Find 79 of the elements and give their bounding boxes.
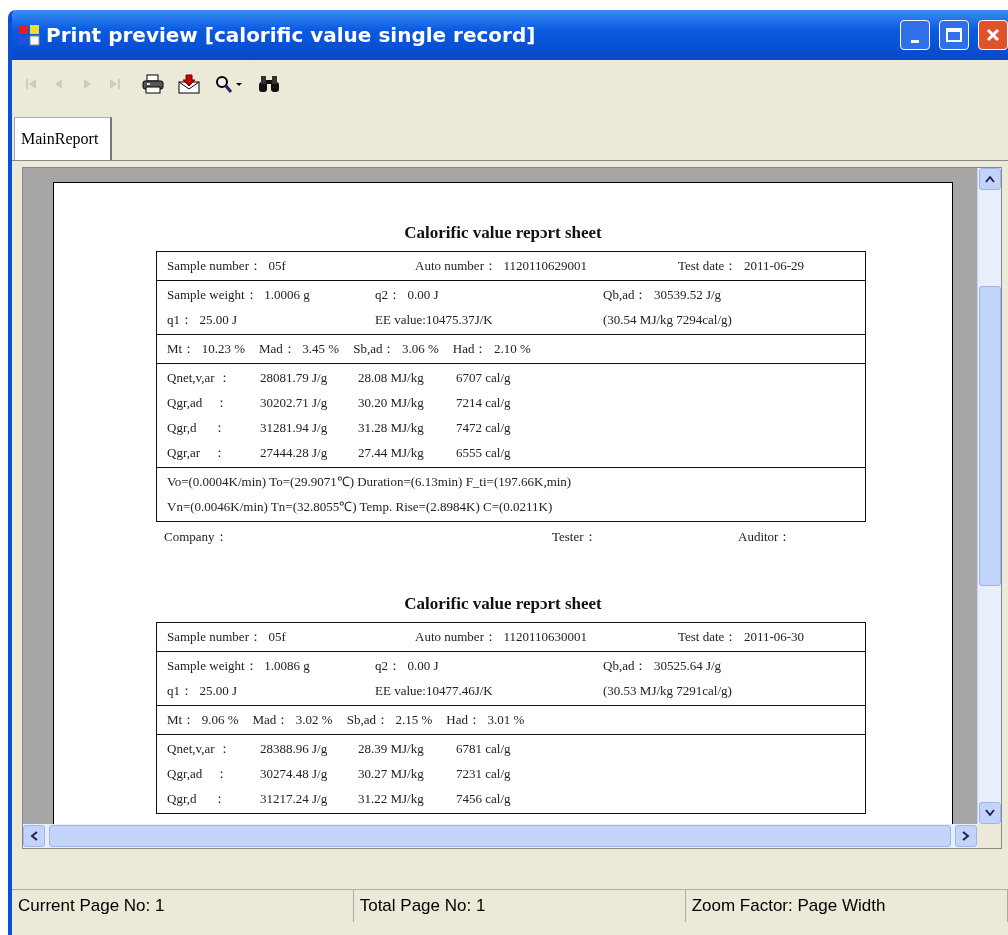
field-text: (30.53 MJ/kg 7291cal/g) — [603, 683, 733, 699]
close-icon — [986, 28, 1000, 42]
minimize-button[interactable] — [900, 20, 930, 50]
field-label: Qgr,d ： — [167, 420, 227, 436]
close-button[interactable] — [978, 20, 1008, 50]
field-value: 31.22 MJ/kg — [358, 791, 425, 807]
field-value: 6555 cal/g — [456, 445, 512, 461]
field-value: 7472 cal/g — [456, 420, 512, 436]
field-text: Sb,ad： 2.15 % — [346, 712, 433, 728]
status-panel: Total Page No: 1 — [353, 890, 686, 922]
field-value: 27.44 MJ/kg — [358, 445, 425, 461]
field-text: Auto number： 1120110630001 — [415, 629, 588, 645]
field-label: Qnet,v,ar ： — [167, 370, 232, 386]
maximize-button[interactable] — [939, 20, 969, 50]
app-icon — [18, 24, 40, 46]
field-label: Qgr,ar ： — [167, 445, 228, 461]
parameter-line: Vo=(0.0004K/min) To=(29.9071℃) Duration=(6.13min) F_ti=(197.66K,min) — [167, 474, 573, 490]
field-value: 28.39 MJ/kg — [358, 741, 425, 757]
field-value: 6781 cal/g — [456, 741, 512, 757]
parameter-line: Vn=(0.0046K/min) Tn=(32.8055℃) Temp. Rise=(2.8984K) C=(0.0211K) — [167, 499, 554, 515]
field-text: Had： 3.01 % — [446, 712, 525, 728]
field-text: Mt： 10.23 % — [167, 341, 245, 357]
field-value: 7456 cal/g — [456, 791, 512, 807]
field-text: Had： 2.10 % — [452, 341, 531, 357]
field-text: (30.54 MJ/kg 7294cal/g) — [603, 312, 733, 328]
window-title: Print preview [calorific value single record] — [46, 23, 536, 47]
magnifier-icon[interactable] — [214, 74, 244, 94]
field-text: Qb,ad： 30539.52 J/g — [603, 287, 723, 303]
field-text: Sample number： 05f — [167, 629, 287, 645]
report-title: Calorific value repɔrt sheet — [404, 223, 602, 243]
field-value: 30.20 MJ/kg — [358, 395, 425, 411]
field-text: q1： 25.00 J — [167, 312, 239, 328]
field-text: Sb,ad： 3.06 % — [353, 341, 439, 357]
field-text: q2： 0.00 J — [375, 658, 440, 674]
maximize-icon — [946, 28, 962, 42]
field-text: EE value:10475.37J/K — [375, 312, 494, 328]
field-value: 6707 cal/g — [456, 370, 512, 386]
field-text: Mad： 3.45 % — [259, 341, 340, 357]
status-panel: Current Page No: 1 — [12, 890, 354, 922]
signature-label: Tester： — [552, 528, 598, 546]
vertical-scrollbar[interactable] — [977, 168, 1001, 824]
field-text: Sample weight： 1.0086 g — [167, 658, 311, 674]
report-title: Calorific value repɔrt sheet — [404, 594, 602, 614]
field-text: Sample number： 05f — [167, 258, 287, 274]
field-value: 30.27 MJ/kg — [358, 766, 425, 782]
field-value: 7214 cal/g — [456, 395, 512, 411]
envelope-icon[interactable] — [178, 74, 200, 94]
field-value: 27444.28 J/g — [260, 445, 329, 461]
field-text: Sample weight： 1.0006 g — [167, 287, 311, 303]
field-text: q1： 25.00 J — [167, 683, 239, 699]
signature-label: Company： — [164, 528, 229, 546]
field-label: Qgr,ad ： — [167, 766, 230, 782]
field-value: 30274.48 J/g — [260, 766, 329, 782]
field-value: 28.08 MJ/kg — [358, 370, 425, 386]
horizontal-scrollbar[interactable] — [23, 824, 977, 848]
field-value: 28388.96 J/g — [260, 741, 329, 757]
field-text: EE value:10477.46J/K — [375, 683, 494, 699]
field-text: Mad： 3.02 % — [252, 712, 333, 728]
field-label: Qgr,d ： — [167, 791, 227, 807]
field-value: 7231 cal/g — [456, 766, 512, 782]
binoculars-icon[interactable] — [258, 74, 280, 94]
status-panel: Zoom Factor: Page Width — [685, 890, 1008, 922]
field-text: Mt： 9.06 % — [167, 712, 239, 728]
field-text: Test date： 2011-06-30 — [678, 629, 806, 645]
field-label: Qnet,v,ar ： — [167, 741, 232, 757]
field-value: 31281.94 J/g — [260, 420, 329, 436]
field-text: q2： 0.00 J — [375, 287, 440, 303]
field-value: 28081.79 J/g — [260, 370, 329, 386]
field-text: Test date： 2011-06-29 — [678, 258, 806, 274]
field-text: Auto number： 1120110629001 — [415, 258, 588, 274]
field-value: 31217.24 J/g — [260, 791, 329, 807]
tab[interactable]: MainReport — [14, 117, 113, 160]
signature-label: Auditor： — [738, 528, 792, 546]
field-label: Qgr,ad ： — [167, 395, 230, 411]
print-icon[interactable] — [142, 74, 164, 94]
field-value: 30202.71 J/g — [260, 395, 329, 411]
minimize-icon — [911, 39, 919, 43]
field-value: 31.28 MJ/kg — [358, 420, 425, 436]
field-text: Qb,ad： 30525.64 J/g — [603, 658, 723, 674]
